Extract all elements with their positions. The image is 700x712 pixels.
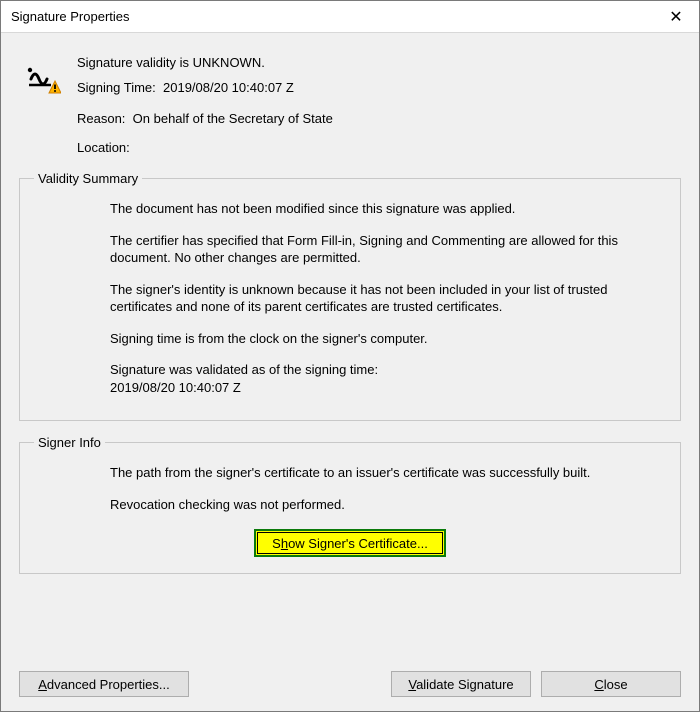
close-button[interactable]: Close (541, 671, 681, 697)
validity-line-4: Signing time is from the clock on the si… (110, 330, 666, 348)
signer-info-group: Signer Info The path from the signer's c… (19, 435, 681, 574)
validity-line-5b: 2019/08/20 10:40:07 Z (110, 380, 241, 395)
signer-info-line-1: The path from the signer's certificate t… (110, 464, 666, 482)
signer-info-line-2: Revocation checking was not performed. (110, 496, 666, 514)
reason-line: Reason: On behalf of the Secretary of St… (77, 111, 681, 126)
close-icon[interactable]: ✕ (653, 1, 699, 33)
show-signers-certificate-button[interactable]: Show Signer's Certificate... (254, 529, 446, 557)
reason-value: On behalf of the Secretary of State (133, 111, 333, 126)
validity-summary-body: The document has not been modified since… (34, 194, 666, 396)
validate-signature-button[interactable]: Validate Signature (391, 671, 531, 697)
dialog-window: Signature Properties ✕ Signature validit… (0, 0, 700, 712)
validity-status: Signature validity is UNKNOWN. (77, 55, 294, 70)
location-line: Location: (77, 140, 681, 155)
signing-time-line: Signing Time: 2019/08/20 10:40:07 Z (77, 80, 294, 95)
advanced-properties-button[interactable]: Advanced Properties... (19, 671, 189, 697)
client-area: Signature validity is UNKNOWN. Signing T… (1, 33, 699, 711)
footer-buttons: Advanced Properties... Validate Signatur… (19, 665, 681, 697)
header-row: Signature validity is UNKNOWN. Signing T… (19, 47, 681, 111)
validity-line-5a: Signature was validated as of the signin… (110, 362, 378, 377)
validity-line-1: The document has not been modified since… (110, 200, 666, 218)
validity-summary-group: Validity Summary The document has not be… (19, 171, 681, 421)
location-label: Location: (77, 140, 130, 155)
close-glyph: ✕ (669, 7, 682, 27)
header-text: Signature validity is UNKNOWN. Signing T… (77, 55, 294, 105)
show-cert-row: Show Signer's Certificate... (34, 527, 666, 563)
signer-info-legend: Signer Info (34, 435, 105, 450)
validity-line-5: Signature was validated as of the signin… (110, 361, 666, 396)
validity-line-3: The signer's identity is unknown because… (110, 281, 666, 316)
window-title: Signature Properties (11, 9, 653, 24)
title-bar: Signature Properties ✕ (1, 1, 699, 33)
meta-block: Reason: On behalf of the Secretary of St… (19, 111, 681, 169)
reason-label: Reason: (77, 111, 125, 126)
signer-info-body: The path from the signer's certificate t… (34, 458, 666, 513)
signature-warning-icon (25, 55, 61, 98)
signing-time-value: 2019/08/20 10:40:07 Z (163, 80, 294, 95)
validity-line-2: The certifier has specified that Form Fi… (110, 232, 666, 267)
signing-time-label: Signing Time: (77, 80, 156, 95)
validity-summary-legend: Validity Summary (34, 171, 142, 186)
